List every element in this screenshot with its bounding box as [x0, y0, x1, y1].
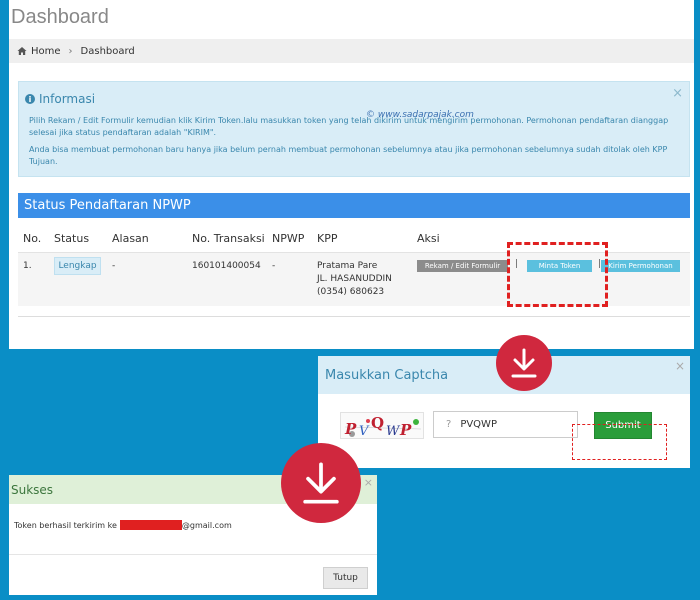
column-header-npwp: NPWP: [272, 232, 305, 245]
captcha-image: P V Q W P: [340, 412, 424, 439]
kirim-permohonan-button[interactable]: Kirim Permohonan: [601, 260, 680, 272]
rekam-edit-formulir-button[interactable]: Rekam / Edit Formulir: [417, 260, 508, 272]
minta-token-highlight: [507, 242, 608, 307]
column-header-alasan: Alasan: [112, 232, 149, 245]
info-alert: i Informasi × Pilih Rekam / Edit Formuli…: [18, 81, 690, 177]
sukses-close-icon[interactable]: ×: [364, 476, 373, 489]
column-header-transaksi: No. Transaksi: [192, 232, 265, 245]
home-icon[interactable]: [17, 46, 27, 56]
table-bottom-divider: [18, 316, 690, 317]
submit-highlight: [572, 424, 667, 460]
status-section-title: Status Pendaftaran NPWP: [18, 193, 690, 218]
captcha-input[interactable]: ? PVQWP: [433, 411, 578, 438]
row-npwp: -: [272, 261, 276, 271]
row-alasan: -: [112, 261, 116, 271]
column-header-aksi: Aksi: [417, 232, 440, 245]
dashboard-panel: Dashboard Home › Dashboard i Informasi ×…: [9, 0, 694, 349]
info-icon: i: [25, 94, 35, 104]
captcha-letter: W: [386, 424, 401, 439]
breadcrumb-home[interactable]: Home: [31, 46, 61, 57]
watermark: © www.sadarpajak.com: [366, 110, 474, 120]
download-arrow-icon: [496, 335, 552, 391]
captcha-letter: Q: [371, 414, 384, 432]
download-arrow-icon: [281, 443, 361, 523]
captcha-input-value: PVQWP: [460, 419, 497, 430]
page-title: Dashboard: [11, 6, 109, 28]
sukses-message-prefix: Token berhasil terkirim ke: [14, 520, 117, 530]
row-transaksi: 160101400054: [192, 261, 261, 271]
breadcrumb-separator-icon: ›: [68, 45, 73, 57]
info-title-text: Informasi: [39, 92, 96, 106]
info-paragraph-2: Anda bisa membuat permohonan baru hanya …: [29, 145, 668, 166]
sukses-message-suffix: @gmail.com: [181, 520, 232, 530]
column-header-kpp: KPP: [317, 232, 338, 245]
tutup-button[interactable]: Tutup: [323, 567, 368, 589]
info-title: i Informasi: [25, 92, 95, 106]
breadcrumb: Home › Dashboard: [9, 39, 694, 63]
row-kpp-line2: JL. HASANUDDIN: [317, 274, 392, 284]
captcha-close-icon[interactable]: ×: [675, 359, 685, 373]
row-no: 1.: [23, 261, 32, 271]
captcha-letter: P: [399, 421, 412, 439]
question-icon: ?: [446, 419, 452, 430]
captcha-letter: V: [359, 424, 370, 439]
redacted-email: [119, 520, 182, 530]
column-header-no: No.: [23, 232, 42, 245]
column-header-status: Status: [54, 232, 90, 245]
sukses-divider: [9, 554, 377, 555]
breadcrumb-current: Dashboard: [80, 45, 135, 57]
info-close-icon[interactable]: ×: [672, 86, 683, 101]
captcha-letter: P: [344, 420, 357, 438]
row-kpp-line1: Pratama Pare: [317, 261, 378, 271]
info-paragraph-1: Pilih Rekam / Edit Formulir kemudian kli…: [29, 116, 669, 137]
sukses-message: Token berhasil terkirim ke @gmail.com: [14, 520, 232, 530]
row-kpp-line3: (0354) 680623: [317, 287, 385, 297]
status-badge: Lengkap: [54, 257, 101, 275]
